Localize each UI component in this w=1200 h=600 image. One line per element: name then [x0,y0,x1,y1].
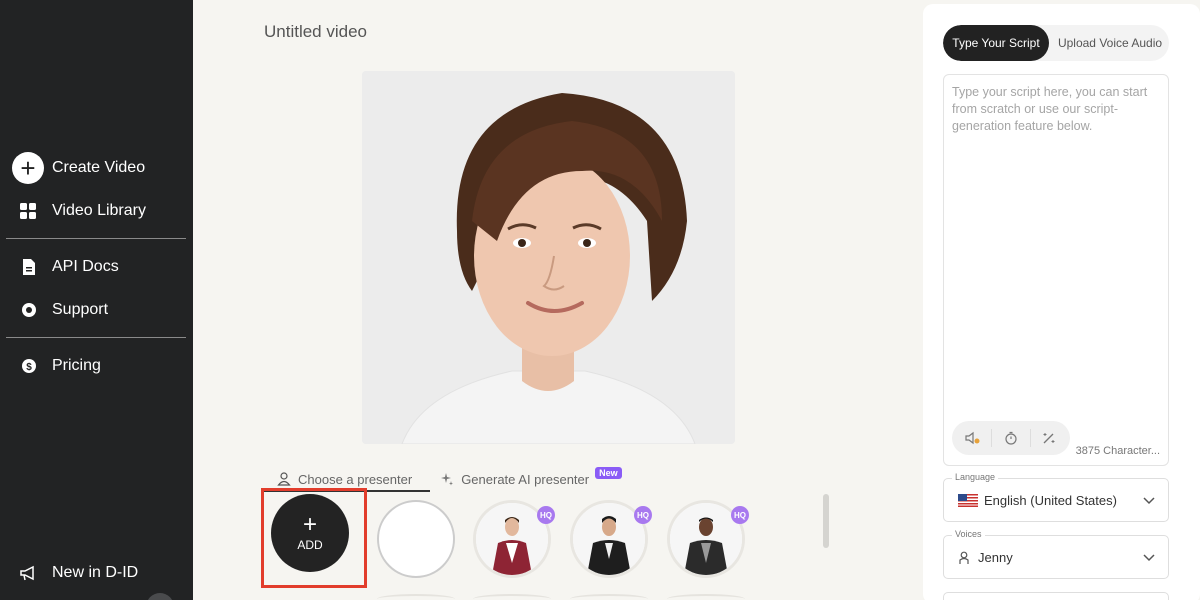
plus-icon: + [302,511,317,538]
script-textarea[interactable] [944,75,1168,415]
sidebar-item-label: Video Library [52,202,146,219]
script-tools [952,421,1070,455]
tab-generate-ai-presenter[interactable]: Generate AI presenter New [440,467,622,487]
sidebar-item-video-library[interactable]: Video Library [12,195,146,227]
presenter-preview-image [362,71,735,444]
document-icon [12,258,44,276]
sidebar-item-pricing[interactable]: $ Pricing [12,350,101,382]
language-label: Language [952,472,999,482]
person-icon [959,551,969,564]
chevron-down-icon [1143,554,1155,562]
sidebar-divider [6,337,186,338]
sidebar-item-label: API Docs [52,258,119,275]
presenter-row-next [377,594,455,600]
svg-text:$: $ [26,362,32,373]
sidebar-item-new-in-did[interactable]: New in D-ID [12,557,138,589]
tab-upload-voice-audio[interactable]: Upload Voice Audio [1051,25,1169,61]
grid-icon [12,202,44,220]
main-area: Untitled video Choose a presenter Genera… [193,0,903,600]
next-setting-field[interactable] [943,592,1169,600]
voice-value: Jenny [978,550,1013,565]
presenter-row-next [667,594,745,600]
woman-portrait-illustration [362,71,735,444]
hq-badge: HQ [537,506,555,524]
voices-label: Voices [952,529,985,539]
video-title[interactable]: Untitled video [264,22,367,42]
tab-label: Choose a presenter [298,471,413,487]
voice-select[interactable]: Voices Jenny [943,529,1169,579]
tool-separator [1029,429,1031,447]
presenter-grid: + ADD HQ HQ HQ [261,488,833,600]
tab-type-your-script[interactable]: Type Your Script [943,25,1049,61]
presenter-scrollbar[interactable] [823,494,829,548]
sidebar-item-label: Create Video [52,159,146,176]
plus-circle-icon: + [12,152,44,184]
character-count: 3875 Character... [1075,445,1160,457]
language-value: English (United States) [984,493,1117,508]
presenter-row-next [570,594,648,600]
tab-choose-presenter[interactable]: Choose a presenter [277,472,424,487]
dollar-icon: $ [12,358,44,374]
hq-badge: HQ [731,506,749,524]
tool-separator [991,429,993,447]
language-select[interactable]: Language English (United States) [943,472,1169,522]
timer-icon[interactable] [1000,427,1022,449]
tab-label: Generate AI presenter [461,471,590,487]
hq-badge: HQ [634,506,652,524]
sidebar-item-api-docs[interactable]: API Docs [12,251,119,283]
sidebar: + Create Video Video Library API Docs Su… [0,0,193,600]
presenter-row-next [473,594,551,600]
add-label: ADD [297,538,323,552]
us-flag-icon [958,494,978,507]
lifebuoy-icon [12,302,44,318]
highlight-box: + ADD [261,488,367,588]
chevron-down-icon [1143,497,1155,505]
person-icon [277,472,291,486]
collapse-sidebar-button[interactable] [146,593,174,600]
sidebar-item-label: Support [52,301,109,318]
voice-settings-icon[interactable] [962,427,984,449]
sparkle-icon [441,473,454,486]
sidebar-item-label: New in D-ID [52,564,139,581]
sidebar-item-create-video[interactable]: + Create Video [12,152,145,184]
magic-wand-icon[interactable] [1038,427,1060,449]
new-badge: New [595,467,622,479]
script-panel: Type Your Script Upload Voice Audio 3875… [923,4,1200,600]
add-presenter-button[interactable]: + ADD [271,494,349,572]
script-editor: 3875 Character... [943,74,1169,466]
presenter-blank[interactable] [377,500,455,578]
sidebar-item-support[interactable]: Support [12,294,108,326]
sidebar-item-label: Pricing [52,357,101,374]
megaphone-icon [12,565,44,581]
script-mode-toggle: Type Your Script Upload Voice Audio [943,25,1169,61]
sidebar-divider [6,238,186,239]
